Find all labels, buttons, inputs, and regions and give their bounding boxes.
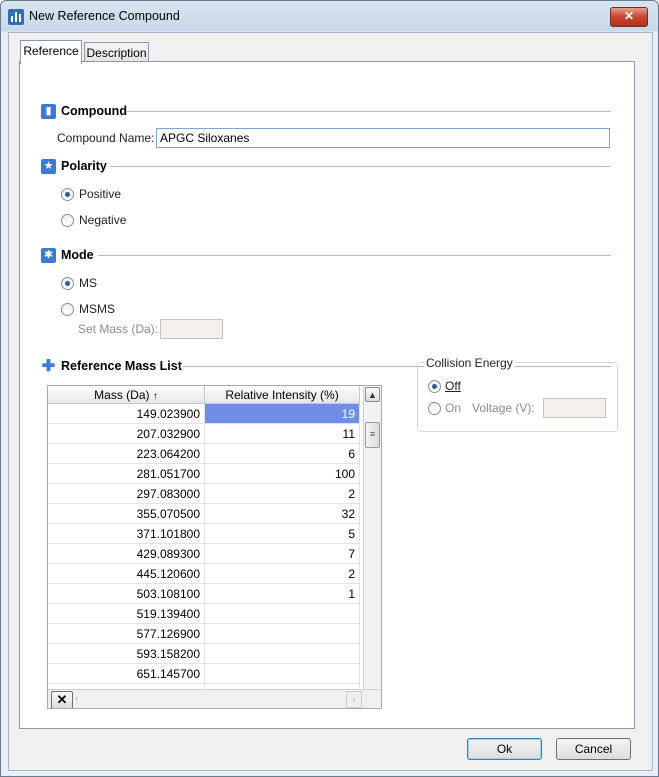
ce-off-radio[interactable] [428,380,441,393]
negative-radio[interactable] [61,214,74,227]
star-icon: ★ [41,159,56,174]
voltage-input[interactable] [543,398,606,418]
scroll-left-icon[interactable]: ‹ [75,691,85,707]
set-mass-label: Set Mass (Da): [78,322,159,336]
intensity-cell[interactable]: 7 [205,544,360,564]
table-row[interactable]: 281.051700 100 [48,464,360,484]
mass-cell[interactable]: 371.101800 [48,524,205,544]
reference-list-header: Reference Mass List [61,359,182,373]
divider [110,166,611,167]
tab-reference[interactable]: Reference [20,40,82,64]
window-title: New Reference Compound [29,9,180,23]
mass-cell[interactable]: 593.158200 [48,644,205,664]
set-mass-input[interactable] [160,319,223,339]
close-button[interactable]: ✕ [610,7,648,27]
mass-cell[interactable]: 519.139400 [48,604,205,624]
mass-cell[interactable]: 577.126900 [48,624,205,644]
intensity-cell[interactable]: 1 [205,584,360,604]
table-row[interactable]: 429.089300 7 [48,544,360,564]
grid-footer: ✕ ‹ › [48,689,381,708]
scroll-up-icon[interactable]: ▲ [365,387,380,402]
reference-tab-page: ▮ Compound Compound Name: ★ Polarity Pos… [19,61,635,729]
table-row[interactable]: 577.126900 [48,624,360,644]
reference-mass-grid: Mass (Da) ↑ Relative Intensity (%) 149.0… [47,385,382,709]
vertical-scrollbar[interactable]: ▲ ≡ ▼ [363,386,381,708]
table-row[interactable]: 519.139400 [48,604,360,624]
intensity-cell[interactable]: 32 [205,504,360,524]
divider [126,111,611,112]
positive-label[interactable]: Positive [79,187,121,201]
table-row[interactable]: 355.070500 32 [48,504,360,524]
asterisk-icon: ✱ [41,248,56,263]
mass-cell[interactable]: 445.120600 [48,564,205,584]
polarity-section-header: Polarity [61,159,107,173]
intensity-column-header[interactable]: Relative Intensity (%) [205,386,360,404]
mass-cell[interactable]: 281.051700 [48,464,205,484]
mass-cell[interactable]: 503.108100 [48,584,205,604]
mass-cell[interactable]: 429.089300 [48,544,205,564]
mass-cell[interactable]: 149.023900 [48,404,205,424]
voltage-label: Voltage (V): [472,401,535,415]
table-row[interactable]: 297.083000 2 [48,484,360,504]
intensity-cell[interactable] [205,604,360,624]
divider [98,255,611,256]
collision-energy-group [417,362,618,432]
table-row[interactable]: 593.158200 [48,644,360,664]
intensity-cell[interactable] [205,664,360,684]
mass-header-label: Mass (Da) [94,388,150,402]
ce-on-radio[interactable] [428,402,441,415]
intensity-cell[interactable]: 100 [205,464,360,484]
negative-label[interactable]: Negative [79,213,126,227]
ms-radio[interactable] [61,277,74,290]
delete-row-button[interactable]: ✕ [51,691,73,708]
dialog-window: New Reference Compound ✕ Reference Descr… [0,0,659,777]
cancel-button[interactable]: Cancel [556,738,631,760]
intensity-cell[interactable]: 2 [205,484,360,504]
positive-radio[interactable] [61,188,74,201]
intensity-cell[interactable]: 5 [205,524,360,544]
chart-icon [8,9,24,25]
table-row[interactable]: 503.108100 1 [48,584,360,604]
intensity-cell[interactable] [205,624,360,644]
mode-section-header: Mode [61,248,94,262]
table-row[interactable]: 651.145700 [48,664,360,684]
scroll-thumb[interactable]: ≡ [365,422,380,448]
compound-icon: ▮ [41,104,56,119]
intensity-cell[interactable] [205,644,360,664]
table-row[interactable]: 445.120600 2 [48,564,360,584]
sort-asc-icon: ↑ [152,391,158,402]
ce-on-label[interactable]: On [445,401,461,415]
table-row[interactable]: 149.023900 19 [48,404,360,424]
tab-description[interactable]: Description [84,42,149,63]
ms-label[interactable]: MS [79,276,97,290]
compound-section-header: Compound [61,104,127,118]
mass-cell[interactable]: 355.070500 [48,504,205,524]
ok-button[interactable]: Ok [467,738,542,760]
collision-energy-header: Collision Energy [424,356,515,370]
mass-cell[interactable]: 223.064200 [48,444,205,464]
intensity-cell[interactable]: 6 [205,444,360,464]
intensity-cell[interactable]: 19 [205,404,360,424]
msms-label[interactable]: MSMS [79,302,115,316]
table-row[interactable]: 207.032900 11 [48,424,360,444]
table-row[interactable]: 223.064200 6 [48,444,360,464]
intensity-cell[interactable]: 2 [205,564,360,584]
ce-off-label[interactable]: Off [445,379,461,393]
msms-radio[interactable] [61,303,74,316]
mass-cell[interactable]: 297.083000 [48,484,205,504]
mass-cell[interactable]: 651.145700 [48,664,205,684]
mass-cell[interactable]: 207.032900 [48,424,205,444]
title-bar[interactable]: New Reference Compound ✕ [1,1,658,31]
mass-column-header[interactable]: Mass (Da) ↑ [48,386,205,404]
plus-icon: ✚ [41,358,56,375]
scroll-right-icon[interactable]: › [346,691,362,708]
dialog-client: Reference Description ▮ Compound Compoun… [8,32,653,771]
compound-name-label: Compound Name: [57,131,155,145]
table-row[interactable]: 371.101800 5 [48,524,360,544]
intensity-cell[interactable]: 11 [205,424,360,444]
compound-name-input[interactable] [156,128,610,148]
